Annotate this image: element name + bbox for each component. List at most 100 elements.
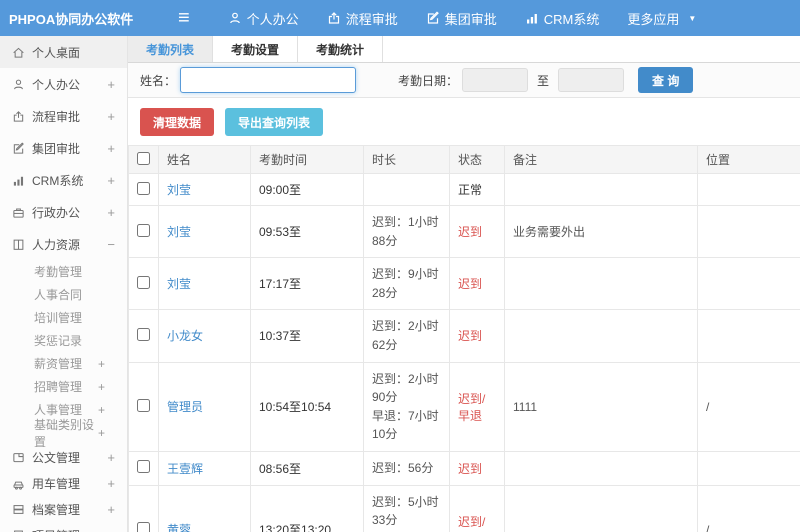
- submenu-item-salary-management[interactable]: 薪资管理 +: [0, 352, 127, 375]
- nav-personal-office[interactable]: 个人办公: [214, 9, 313, 28]
- row-checkbox[interactable]: [137, 521, 150, 532]
- submenu-item-label: 考勤管理: [34, 265, 83, 279]
- sidebar-item-label: 个人办公: [32, 77, 81, 92]
- attendance-date-to-field[interactable]: [558, 68, 625, 92]
- sidebar-item-human-resources[interactable]: 人力资源 −: [0, 228, 127, 260]
- employee-name-link[interactable]: 小龙女: [167, 329, 203, 343]
- status-cell: 迟到: [449, 257, 505, 311]
- expand-icon[interactable]: +: [107, 450, 115, 465]
- sidebar-item-project-management[interactable]: 项目管理 +: [0, 522, 127, 532]
- attendance-table: 姓名 考勤时间 时长 状态 备注 位置 刘莹 09:00至 正常 刘莹 09:5…: [128, 145, 800, 532]
- expand-icon[interactable]: +: [107, 77, 115, 92]
- duration-cell: [363, 173, 450, 206]
- attendance-date-from-field[interactable]: [462, 68, 529, 92]
- expand-icon[interactable]: +: [107, 502, 115, 517]
- employee-name-link[interactable]: 刘莹: [167, 277, 191, 291]
- submenu-item-label: 人事合同: [34, 288, 83, 302]
- expand-icon[interactable]: +: [98, 380, 105, 394]
- submenu-item-recruitment-management[interactable]: 招聘管理 +: [0, 375, 127, 398]
- nav-crm-system[interactable]: CRM系统: [511, 9, 614, 28]
- sidebar-item-label: 公文管理: [32, 450, 81, 465]
- nav-group-approval[interactable]: 集团审批: [412, 9, 511, 28]
- share-icon: [327, 11, 341, 25]
- submenu-item-label: 培训管理: [34, 311, 83, 325]
- nav-item-label: 更多应用: [627, 11, 680, 27]
- collapse-icon[interactable]: −: [107, 237, 115, 252]
- nav-workflow-approval[interactable]: 流程审批: [313, 9, 412, 28]
- sidebar-item-group-approval[interactable]: 集团审批 +: [0, 132, 127, 164]
- submenu-item-basic-category-settings[interactable]: 基础类别设置 +: [0, 418, 127, 449]
- expand-icon[interactable]: +: [107, 141, 115, 156]
- sidebar-item-crm-system[interactable]: CRM系统 +: [0, 164, 127, 196]
- attendance-date-label: 考勤日期：: [398, 73, 459, 88]
- expand-icon[interactable]: +: [107, 528, 115, 532]
- name-label: 姓名：: [140, 73, 177, 88]
- tab-bar: 考勤列表 考勤设置 考勤统计: [128, 36, 800, 63]
- sidebar-item-admin-office[interactable]: 行政办公 +: [0, 196, 127, 228]
- table-row: 黄蓉 13:20至13:20 迟到：5小时33分早退：4小时67分 迟到/早退 …: [128, 484, 800, 532]
- employee-name-link[interactable]: 刘莹: [167, 183, 191, 197]
- attendance-time-cell: 10:54至10:54: [250, 361, 364, 452]
- submenu-item-training-management[interactable]: 培训管理: [0, 306, 127, 329]
- search-button[interactable]: 查 询: [638, 67, 694, 93]
- attendance-time-cell: 13:20至13:20: [250, 484, 364, 532]
- employee-name-link[interactable]: 黄蓉: [167, 523, 191, 532]
- expand-icon[interactable]: +: [98, 403, 105, 417]
- sidebar-item-archive-management[interactable]: 档案管理 +: [0, 496, 127, 522]
- expand-icon[interactable]: +: [107, 476, 115, 491]
- table-row: 王壹辉 08:56至 迟到：56分 迟到: [128, 450, 800, 486]
- employee-name-link[interactable]: 刘莹: [167, 225, 191, 239]
- home-icon: [12, 46, 25, 59]
- row-checkbox[interactable]: [137, 223, 150, 237]
- duration-cell: 迟到：9小时28分: [363, 257, 450, 311]
- row-checkbox[interactable]: [137, 181, 150, 195]
- clean-data-button[interactable]: 清理数据: [140, 108, 215, 136]
- employee-name-link[interactable]: 王壹辉: [167, 462, 203, 476]
- status-cell: 迟到/早退: [449, 361, 505, 452]
- duration-cell: 迟到：56分: [363, 450, 450, 486]
- filter-bar: 姓名： 考勤日期： 至 查 询: [128, 63, 800, 98]
- row-checkbox[interactable]: [137, 460, 150, 474]
- share-icon: [12, 110, 25, 123]
- sidebar-item-vehicle-management[interactable]: 用车管理 +: [0, 470, 127, 496]
- sidebar-item-document-management[interactable]: 公文管理 +: [0, 444, 127, 470]
- export-list-button[interactable]: 导出查询列表: [225, 108, 324, 136]
- expand-icon[interactable]: +: [107, 205, 115, 220]
- sidebar-item-workflow-approval[interactable]: 流程审批 +: [0, 100, 127, 132]
- submenu-item-personnel-contract[interactable]: 人事合同: [0, 283, 127, 306]
- tab-attendance-list[interactable]: 考勤列表: [128, 36, 214, 62]
- select-all-checkbox[interactable]: [137, 151, 150, 165]
- sidebar-item-label: 行政办公: [32, 205, 81, 220]
- employee-name-link[interactable]: 管理员: [167, 400, 203, 414]
- nav-item-label: CRM系统: [543, 11, 600, 27]
- sidebar-item-label: 用车管理: [32, 476, 81, 491]
- sidebar-item-label: 集团审批: [32, 141, 81, 156]
- menu-toggle-icon[interactable]: ≡: [172, 8, 196, 28]
- nav-more-apps[interactable]: 更多应用 ▼: [613, 9, 710, 28]
- attendance-table-container: 姓名 考勤时间 时长 状态 备注 位置 刘莹 09:00至 正常 刘莹 09:5…: [128, 145, 800, 532]
- table-row: 刘莹 17:17至 迟到：9小时28分 迟到: [128, 257, 800, 311]
- sidebar-item-personal-desktop[interactable]: 个人桌面: [0, 36, 127, 68]
- sidebar: 个人桌面 个人办公 + 流程审批 + 集团审批 + CRM系统 + 行政办公 +…: [0, 36, 128, 532]
- sidebar-item-label: 人力资源: [32, 237, 81, 252]
- submenu-item-attendance-management[interactable]: 考勤管理: [0, 260, 127, 283]
- sidebar-item-personal-office[interactable]: 个人办公 +: [0, 68, 127, 100]
- app-logo[interactable]: PHPOA协同办公软件: [0, 9, 133, 28]
- duration-cell: 迟到：5小时33分早退：4小时67分: [363, 484, 450, 532]
- row-checkbox[interactable]: [137, 398, 150, 412]
- submenu-item-reward-punishment-records[interactable]: 奖惩记录: [0, 329, 127, 352]
- location-cell: [697, 309, 800, 363]
- expand-icon[interactable]: +: [98, 357, 105, 371]
- table-row: 管理员 10:54至10:54 迟到：2小时90分 早退：7小时10分 迟到/早退…: [128, 361, 800, 452]
- tab-attendance-statistics[interactable]: 考勤统计: [298, 36, 384, 62]
- name-field[interactable]: [180, 67, 357, 93]
- expand-icon[interactable]: +: [107, 109, 115, 124]
- expand-icon[interactable]: +: [98, 426, 105, 440]
- clipboard-icon: [12, 529, 25, 532]
- status-cell: 迟到: [449, 204, 505, 259]
- row-checkbox[interactable]: [137, 275, 150, 289]
- sidebar-item-label: 个人桌面: [32, 45, 81, 60]
- row-checkbox[interactable]: [137, 327, 150, 341]
- expand-icon[interactable]: +: [107, 173, 115, 188]
- tab-attendance-settings[interactable]: 考勤设置: [213, 36, 299, 62]
